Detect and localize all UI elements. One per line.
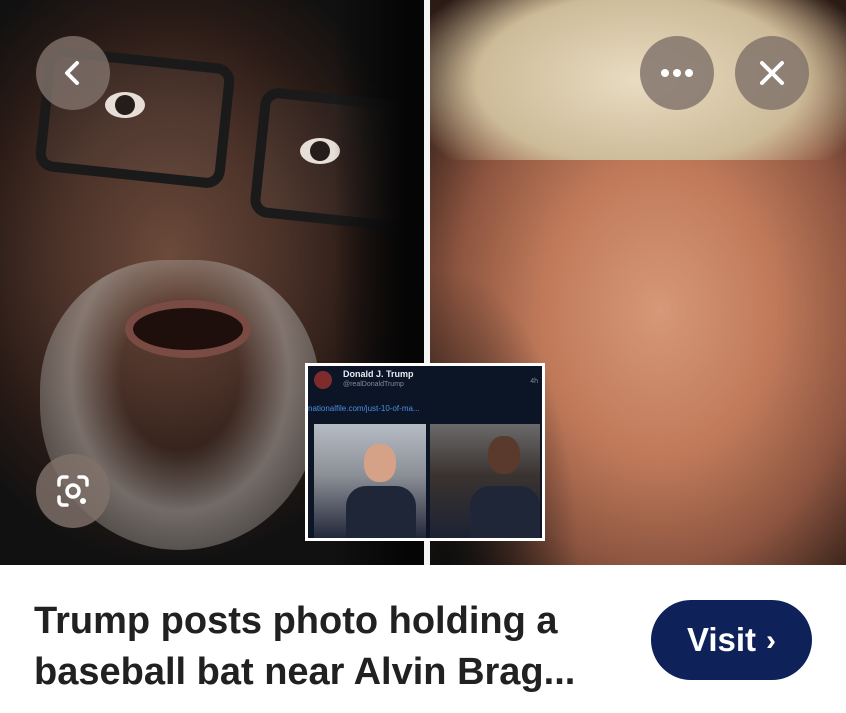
post-time: 4h <box>530 378 538 385</box>
post-avatar <box>314 371 332 389</box>
inset-social-post-screenshot: Donald J. Trump @realDonaldTrump 4h nati… <box>305 363 545 541</box>
post-link: nationalfile.com/just-10-of-ma... <box>308 404 420 413</box>
result-title[interactable]: Trump posts photo holding a baseball bat… <box>34 596 634 698</box>
more-horizontal-icon <box>661 69 693 77</box>
chevron-right-icon: › <box>766 624 777 657</box>
post-photo-right <box>430 424 540 538</box>
result-image: Donald J. Trump @realDonaldTrump 4h nati… <box>0 0 846 565</box>
visual-search-button[interactable] <box>36 454 110 528</box>
more-options-button[interactable] <box>640 36 714 110</box>
visit-button-label: Visit <box>686 621 757 658</box>
post-author-handle: @realDonaldTrump <box>343 381 404 388</box>
chevron-left-icon <box>65 61 79 85</box>
post-photo-left <box>314 424 426 538</box>
back-button[interactable] <box>36 36 110 110</box>
visual-search-icon <box>57 475 89 507</box>
close-icon <box>760 61 784 85</box>
visit-button[interactable]: Visit › <box>651 600 812 680</box>
close-button[interactable] <box>735 36 809 110</box>
post-author-name: Donald J. Trump <box>343 369 414 379</box>
